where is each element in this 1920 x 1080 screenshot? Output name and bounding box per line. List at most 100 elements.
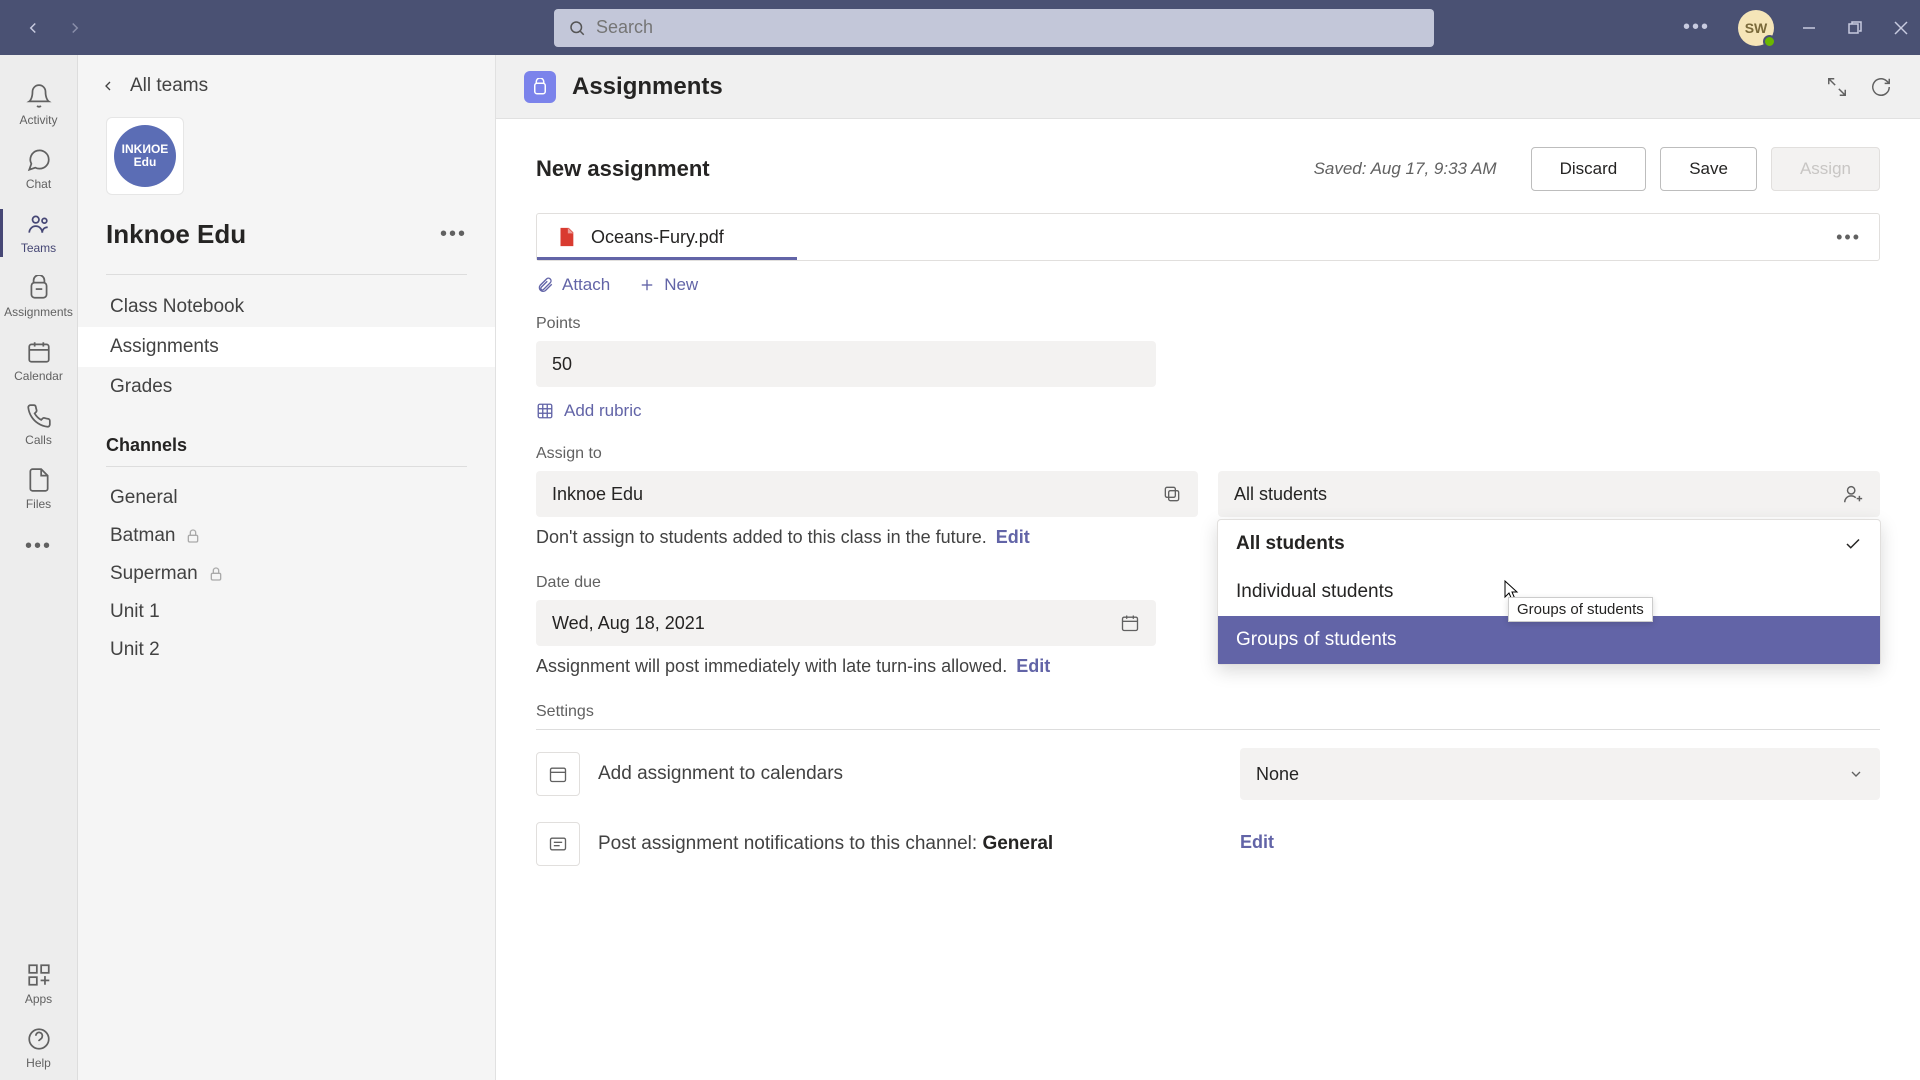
channel-setting-icon: [536, 822, 580, 866]
students-value: All students: [1234, 484, 1327, 505]
channel-label: Superman: [110, 563, 198, 585]
refresh-icon[interactable]: [1870, 76, 1892, 98]
calendar-select[interactable]: None: [1240, 748, 1880, 800]
presence-indicator: [1763, 35, 1776, 48]
channel-label: Unit 2: [110, 639, 160, 661]
sidebar-divider: [106, 466, 467, 467]
rail-assignments[interactable]: Assignments: [0, 265, 77, 329]
attachment-card[interactable]: Oceans-Fury.pdf •••: [536, 213, 1880, 261]
nav-forward-icon[interactable]: [66, 19, 84, 37]
sidebar-link-assignments[interactable]: Assignments: [78, 327, 495, 367]
rail-calendar[interactable]: Calendar: [0, 329, 77, 393]
rail-label: Chat: [26, 177, 51, 191]
attach-button[interactable]: Attach: [536, 275, 610, 295]
logo-line-2: Edu: [134, 156, 157, 169]
rail-more-icon[interactable]: •••: [25, 521, 52, 572]
nav-back-icon[interactable]: [24, 19, 42, 37]
rail-label: Help: [26, 1056, 51, 1070]
search-box[interactable]: [554, 9, 1434, 47]
sidebar-link-notebook[interactable]: Class Notebook: [106, 287, 467, 327]
lock-icon: [208, 566, 224, 582]
sidebar-divider: [106, 274, 467, 275]
date-due-value: Wed, Aug 18, 2021: [552, 613, 705, 634]
attachment-name: Oceans-Fury.pdf: [591, 227, 724, 248]
title-bar: ••• SW: [0, 0, 1920, 55]
person-add-icon: [1842, 483, 1864, 505]
assignment-form: New assignment Saved: Aug 17, 9:33 AM Di…: [496, 119, 1920, 1080]
window-close-icon[interactable]: [1894, 21, 1908, 35]
search-icon: [568, 19, 586, 37]
back-to-teams[interactable]: All teams: [100, 75, 467, 97]
window-maximize-icon[interactable]: [1848, 21, 1862, 35]
help-icon: [26, 1026, 52, 1052]
save-button[interactable]: Save: [1660, 147, 1757, 191]
new-button[interactable]: New: [638, 275, 698, 295]
window-minimize-icon[interactable]: [1802, 21, 1816, 35]
search-input[interactable]: [596, 17, 1420, 38]
rail-activity[interactable]: Activity: [0, 73, 77, 137]
main-title: Assignments: [572, 73, 723, 101]
rail-calls[interactable]: Calls: [0, 393, 77, 457]
chat-icon: [26, 147, 52, 173]
channel-superman[interactable]: Superman: [106, 555, 467, 593]
students-select[interactable]: All students All students Individual stu…: [1218, 471, 1880, 517]
edit-notify-channel-link[interactable]: Edit: [1240, 818, 1880, 853]
settings-divider: [536, 729, 1880, 730]
rail-files[interactable]: Files: [0, 457, 77, 521]
option-label: Groups of students: [1236, 629, 1397, 651]
channel-batman[interactable]: Batman: [106, 517, 467, 555]
sidebar-link-grades[interactable]: Grades: [106, 367, 467, 407]
date-due-input[interactable]: Wed, Aug 18, 2021: [536, 600, 1156, 646]
pdf-icon: [555, 226, 577, 248]
rail-label: Activity: [19, 113, 57, 127]
channels-heading: Channels: [106, 435, 467, 456]
channel-label: General: [110, 487, 178, 509]
rail-chat[interactable]: Chat: [0, 137, 77, 201]
rail-apps[interactable]: Apps: [0, 952, 77, 1016]
dropdown-option-groups[interactable]: Groups of students: [1218, 616, 1880, 664]
channel-unit-1[interactable]: Unit 1: [106, 593, 467, 631]
rail-label: Assignments: [4, 305, 73, 319]
rail-teams[interactable]: Teams: [0, 201, 77, 265]
dropdown-option-all[interactable]: All students: [1218, 520, 1880, 568]
calendar-setting-text: Add assignment to calendars: [598, 763, 843, 785]
attachment-more-icon[interactable]: •••: [1836, 227, 1861, 248]
main-pane: Assignments New assignment Saved: Aug 17…: [496, 55, 1920, 1080]
assignments-app-icon: [524, 71, 556, 103]
team-more-icon[interactable]: •••: [440, 223, 467, 246]
file-icon: [26, 467, 52, 493]
calendar-setting-icon: [536, 752, 580, 796]
backpack-icon: [26, 275, 52, 301]
settings-label: Settings: [536, 703, 1880, 721]
discard-button[interactable]: Discard: [1531, 147, 1647, 191]
teams-icon: [26, 211, 52, 237]
expand-icon[interactable]: [1826, 76, 1848, 98]
back-label: All teams: [130, 75, 208, 97]
bell-icon: [26, 83, 52, 109]
plus-icon: [638, 276, 656, 294]
user-avatar[interactable]: SW: [1738, 10, 1774, 46]
titlebar-more-icon[interactable]: •••: [1683, 16, 1710, 39]
attachment-progress: [537, 257, 797, 260]
edit-future-link[interactable]: Edit: [996, 527, 1030, 547]
points-input[interactable]: [536, 341, 1156, 387]
rail-label: Teams: [21, 241, 56, 255]
add-rubric-button[interactable]: Add rubric: [536, 401, 1880, 421]
edit-post-timing-link[interactable]: Edit: [1016, 656, 1050, 676]
channel-general[interactable]: General: [106, 479, 467, 517]
team-logo[interactable]: INKИOEEdu: [106, 117, 184, 195]
paperclip-icon: [536, 276, 554, 294]
students-dropdown: All students Individual students Groups …: [1217, 519, 1881, 665]
app-rail: Activity Chat Teams Assignments Calendar…: [0, 55, 78, 1080]
chevron-down-icon: [1848, 766, 1864, 782]
class-select[interactable]: Inknoe Edu: [536, 471, 1198, 517]
channel-unit-2[interactable]: Unit 2: [106, 631, 467, 669]
calendar-select-value: None: [1256, 764, 1299, 785]
apps-icon: [26, 962, 52, 988]
channel-label: Unit 1: [110, 601, 160, 623]
rail-help[interactable]: Help: [0, 1016, 77, 1080]
main-header: Assignments: [496, 55, 1920, 119]
rail-label: Calls: [25, 433, 52, 447]
calendar-icon: [1120, 613, 1140, 633]
notify-channel: General: [982, 833, 1053, 854]
